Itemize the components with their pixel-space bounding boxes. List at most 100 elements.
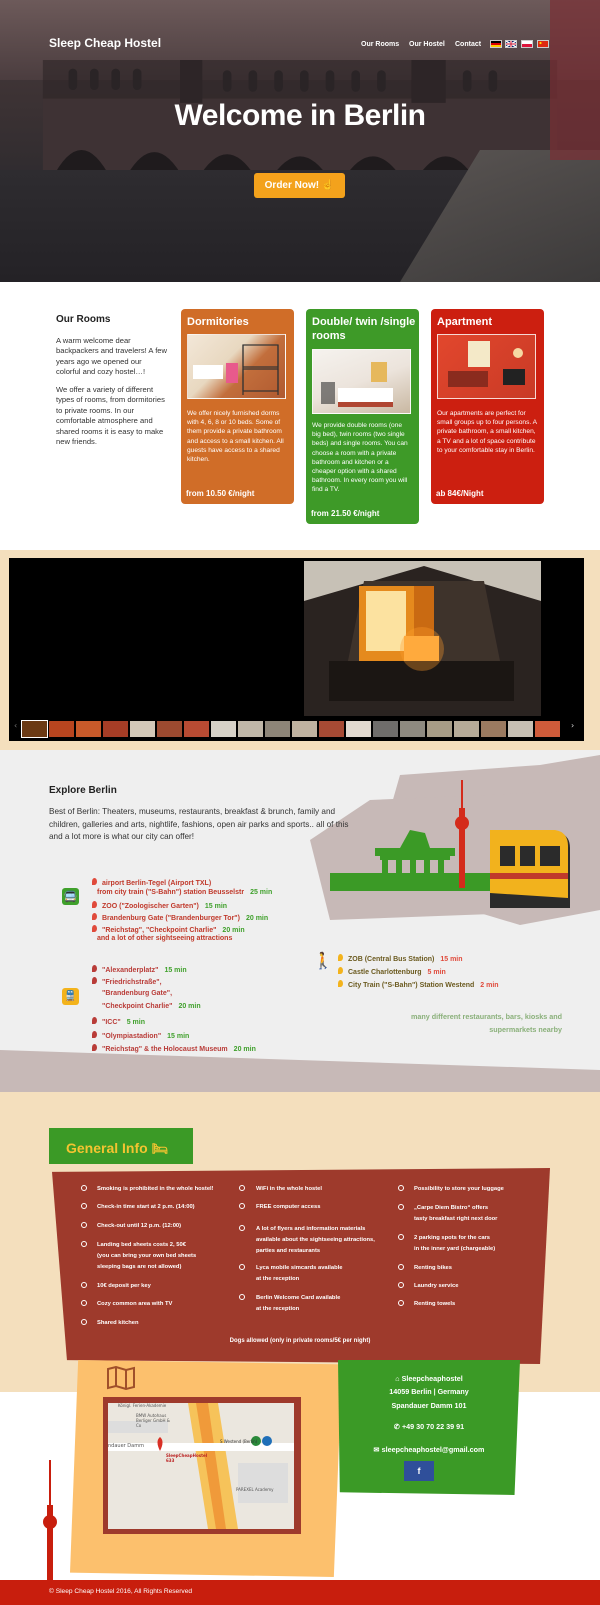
info-item: FREE computer access (256, 1204, 321, 1210)
bullet-icon (398, 1300, 404, 1306)
card-apartment[interactable]: Apartment Our apartments are perfect for… (431, 309, 544, 504)
list-item: "Reichstag", "Checkpoint Charlie" 20 min (92, 925, 245, 934)
info-item: Smoking is prohibited in the whole hoste… (97, 1186, 214, 1192)
card-title: Apartment (437, 316, 493, 328)
gallery-thumbnail[interactable] (76, 721, 101, 737)
info-item: Lyca mobile simcards available (256, 1265, 343, 1271)
gallery-thumbnail[interactable] (292, 721, 317, 737)
contact-phone[interactable]: ✆ +49 30 70 22 39 91 (338, 1422, 520, 1431)
explore-text: Best of Berlin: Theaters, museums, resta… (49, 807, 349, 841)
hero-title: Welcome in Berlin (174, 99, 426, 132)
gallery-thumbnail[interactable] (373, 721, 398, 737)
info-item: Cozy common area with TV (97, 1301, 173, 1307)
chevron-right-icon[interactable]: › (571, 721, 574, 730)
gallery-thumbnail[interactable] (265, 721, 290, 737)
bullet-icon (81, 1203, 87, 1209)
card-text: We offer nicely furnished dorms with 4, … (187, 410, 284, 464)
bullet-icon (81, 1222, 87, 1228)
polish-flag-icon[interactable] (521, 40, 533, 48)
list-item: and a lot of other sightseeing attractio… (97, 935, 233, 942)
gallery-thumbnail[interactable] (454, 721, 479, 737)
map-label: PAREXEL Academy (236, 1487, 274, 1492)
list-item: "Friedrichstraße", (92, 977, 162, 986)
list-item: "Alexanderplatz" 15 min (92, 965, 187, 974)
info-item: parties and restaurants (256, 1248, 321, 1254)
apartment-photo (437, 334, 536, 399)
chevron-left-icon[interactable]: ‹ (14, 721, 17, 730)
map-marker-icon (338, 967, 343, 974)
gallery-thumbnail[interactable] (508, 721, 533, 737)
google-map[interactable]: Königl. Ferien-Akademie BMW Autohaus Ber… (108, 1403, 294, 1529)
gallery-thumbnail[interactable] (535, 721, 560, 737)
nav-contact[interactable]: Contact (455, 41, 481, 48)
gallery-thumbnail[interactable] (103, 721, 128, 737)
list-item: "ICC" 5 min (92, 1017, 145, 1026)
gallery-thumbnail[interactable] (184, 721, 209, 737)
gallery-thumbnail[interactable] (157, 721, 182, 737)
order-now-button[interactable]: Order Now! ☝ (254, 173, 345, 198)
gallery-thumbnail[interactable] (319, 721, 344, 737)
list-item: airport Berlin-Tegel (Airport TXL) (92, 878, 211, 887)
card-price: from 10.50 €/night (186, 489, 255, 498)
card-double-twin-single[interactable]: Double/ twin /single rooms We provide do… (306, 309, 419, 524)
german-flag-icon[interactable] (490, 40, 502, 48)
map-marker-icon (338, 954, 343, 961)
order-now-label: Order Now! (264, 180, 320, 191)
bed-icon: 🛏 (151, 1141, 169, 1156)
contact-name: ⌂ Sleepcheaphostel (395, 1374, 463, 1383)
dogs-note: Dogs allowed (only in private rooms/5€ p… (229, 1338, 371, 1344)
nav-our-hostel[interactable]: Our Hostel (409, 41, 445, 48)
facebook-button[interactable]: f (404, 1461, 434, 1481)
card-text: Our apartments are perfect for small gro… (437, 410, 537, 454)
hand-pointer-icon: ☝ (321, 180, 335, 191)
uk-flag-icon[interactable] (505, 40, 517, 48)
info-item: 2 parking spots for the cars (414, 1235, 491, 1241)
card-price: from 21.50 €/night (311, 509, 380, 518)
bullet-icon (239, 1264, 245, 1270)
list-item: ZOO ("Zoologischer Garten") 15 min (92, 901, 227, 910)
gallery-main-photo (304, 561, 541, 716)
gallery-thumbnail[interactable] (211, 721, 236, 737)
list-item: "Olympiastadion" 15 min (92, 1031, 189, 1040)
map-label: Königl. Ferien-Akademie (118, 1403, 167, 1408)
gallery-thumbnail[interactable] (21, 720, 48, 738)
map-marker-icon (92, 977, 97, 984)
bullet-icon (398, 1185, 404, 1191)
gallery-thumbnail[interactable] (238, 721, 263, 737)
chinese-flag-icon[interactable] (537, 40, 549, 48)
gallery-thumbnail[interactable] (427, 721, 452, 737)
gallery-thumbnail[interactable] (130, 721, 155, 737)
banner-flag (550, 0, 600, 160)
tv-tower-icon (43, 1460, 57, 1580)
nav-our-rooms[interactable]: Our Rooms (361, 41, 399, 48)
card-title: Dormitories (187, 316, 249, 328)
list-item: "Brandenburg Gate", (102, 990, 173, 997)
gallery-thumbnail[interactable] (346, 721, 371, 737)
gallery-thumbnail[interactable] (481, 721, 506, 737)
brand-logo[interactable]: Sleep Cheap Hostel (49, 36, 161, 50)
brandenburg-gate-icon (375, 830, 455, 890)
contact-email[interactable]: ✉ sleepcheaphostel@gmail.com (338, 1445, 520, 1454)
card-dormitories[interactable]: Dormitories We offer nicely furnished do… (181, 309, 294, 504)
map-marker-icon (92, 1017, 97, 1024)
s-bahn-train-icon (490, 830, 570, 908)
info-item: at the reception (256, 1276, 300, 1282)
photo-gallery[interactable]: ‹ › (9, 558, 584, 741)
info-item: WiFi in the whole hostel (256, 1186, 322, 1192)
bullet-icon (81, 1185, 87, 1191)
envelope-icon: ✉ (373, 1445, 382, 1454)
copyright-text: © Sleep Cheap Hostel 2016, All Rights Re… (49, 1588, 193, 1595)
gallery-thumbnail[interactable] (49, 721, 74, 737)
info-item: Renting bikes (414, 1265, 453, 1271)
map-marker-icon (92, 965, 97, 972)
bullet-icon (239, 1185, 245, 1191)
map-label: BMW Autohaus Berliger GmbH & Co (136, 1413, 170, 1428)
bullet-icon (239, 1203, 245, 1209)
map-label: S Westend (Berlin) (220, 1439, 258, 1444)
map-marker-icon (92, 913, 97, 920)
tv-tower-icon (455, 780, 469, 888)
list-item: City Train ("S-Bahn") Station Westend 2 m… (338, 980, 499, 989)
gallery-thumbnail[interactable] (400, 721, 425, 737)
bullet-icon (239, 1294, 245, 1300)
info-item: in the inner yard (chargeable) (414, 1246, 496, 1252)
